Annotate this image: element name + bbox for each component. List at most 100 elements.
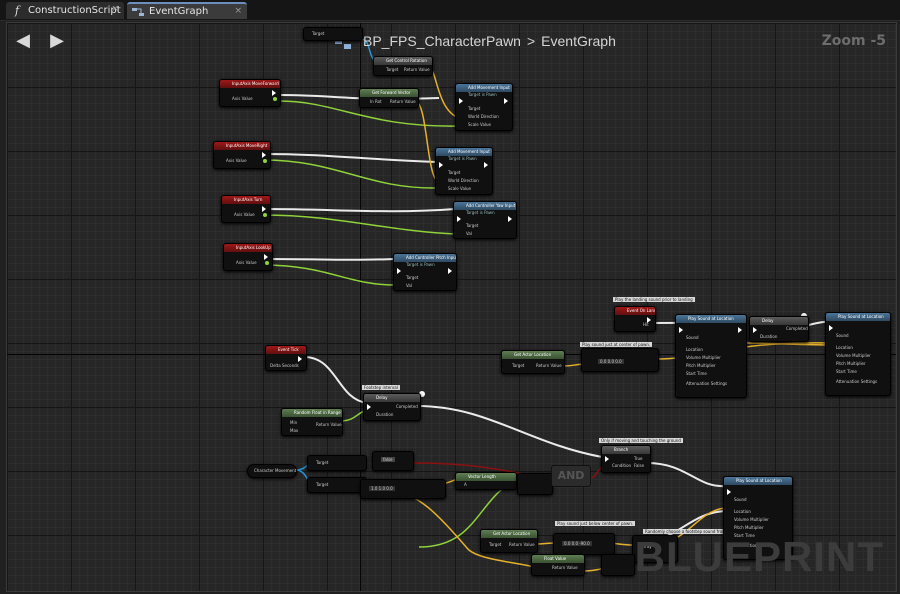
pin-label: Hit <box>643 322 649 327</box>
node-get-forward-vector[interactable]: Get Forward Vector In Rot Return Value <box>359 88 419 108</box>
pin-label: Attenuation Settings <box>686 381 728 386</box>
vector-field[interactable]: 1.0 1.0 0.0 <box>369 486 395 491</box>
exec-in-pin[interactable] <box>829 325 833 331</box>
pin-label: Location <box>734 509 751 514</box>
node-and[interactable]: AND <box>551 465 591 487</box>
exec-in-pin[interactable] <box>397 268 401 274</box>
node-play-sound-at-location-1[interactable]: Play Sound at Location Sound Location Vo… <box>675 314 747 398</box>
exec-out-pin[interactable] <box>264 254 268 260</box>
pin-label: Volume Multiplier <box>686 355 721 360</box>
node-subtitle: Target is Pawn <box>468 92 497 97</box>
comment-bubble: Only if moving and touching the ground <box>599 438 683 443</box>
node-delay-1[interactable]: Delay Completed Duration <box>363 393 421 421</box>
exec-in-pin[interactable] <box>459 98 463 104</box>
node-character-movement[interactable]: Character Movement <box>247 464 297 478</box>
tab-bar: f ConstructionScript × EventGraph × <box>0 0 900 21</box>
graph-canvas[interactable]: ◀ ▶ BP_FPS_CharacterPawn > EventGraph Zoom… <box>6 22 897 592</box>
node-input-turn[interactable]: InputAxis Turn Axis Value <box>221 195 271 223</box>
float-pin[interactable] <box>263 213 267 217</box>
node-vector-multiply[interactable]: 1.0 1.0 0.0 <box>360 479 446 499</box>
exec-out-pin[interactable] <box>484 162 488 168</box>
pin-label: Axis Value <box>236 260 257 265</box>
exec-in-pin[interactable] <box>605 456 609 462</box>
node-is-moving-on-ground[interactable]: Target <box>307 455 367 471</box>
pin-label: Val <box>466 231 472 236</box>
close-icon[interactable]: × <box>111 4 119 14</box>
pin-label: Sound <box>734 497 747 502</box>
node-add-yaw-input[interactable]: Add Controller Yaw Input Target is Pawn … <box>453 201 517 239</box>
exec-out-pin[interactable] <box>508 216 512 222</box>
node-title: Get Control Rotation <box>374 57 432 65</box>
pin-label: Start Time <box>836 369 857 374</box>
node-title: Get Forward Vector <box>360 89 418 97</box>
node-float-value[interactable]: Float Value Return Value <box>531 554 585 576</box>
pin-label: False <box>634 463 645 468</box>
node-input-move-forward[interactable]: InputAxis MoveForward Axis Value <box>219 79 281 107</box>
breadcrumb-separator: > <box>526 33 536 49</box>
exec-in-pin[interactable] <box>753 327 757 333</box>
back-arrow-icon[interactable]: ◀ <box>13 31 33 51</box>
node-self-reference[interactable]: Target <box>303 27 363 41</box>
pin-label: Target <box>406 275 419 280</box>
pin-label: Start Time <box>686 371 707 376</box>
bool-field[interactable]: false <box>381 457 395 462</box>
exec-in-pin[interactable] <box>727 489 731 495</box>
vector-field[interactable]: 0.0 0.0 0.0 <box>598 359 624 364</box>
exec-out-pin[interactable] <box>298 356 302 362</box>
pin-label: Min <box>290 420 298 425</box>
exec-out-pin[interactable] <box>262 206 266 212</box>
exec-wire <box>262 208 456 213</box>
breadcrumb-blueprint[interactable]: BP_FPS_CharacterPawn <box>363 33 521 49</box>
pin-label: Target <box>468 106 481 111</box>
node-get-actor-location-2[interactable]: Get Actor Location Target Return Value <box>480 529 538 553</box>
exec-out-pin[interactable] <box>738 327 742 333</box>
exec-out-pin[interactable] <box>504 98 508 104</box>
node-title: InputAxis Turn <box>222 196 270 204</box>
node-random-float-in-range[interactable]: Random Float in Range Min Max Return Val… <box>281 408 343 436</box>
exec-in-pin[interactable] <box>367 404 371 410</box>
node-length[interactable] <box>601 554 635 576</box>
pin-label: Character Movement <box>254 468 297 473</box>
node-get-actor-location[interactable]: Get Actor Location Target Return Value <box>501 350 565 374</box>
pin-label: Target <box>316 482 329 487</box>
node-event-tick[interactable]: Event Tick Delta Seconds <box>265 345 307 371</box>
breadcrumb-graph[interactable]: EventGraph <box>541 33 616 49</box>
float-pin[interactable] <box>265 261 269 265</box>
node-compare-float[interactable] <box>517 473 553 495</box>
node-add-movement-input-right[interactable]: Add Movement Input Target is Pawn Target… <box>435 147 493 195</box>
node-add-pitch-input[interactable]: Add Controller Pitch Input Target is Paw… <box>393 253 457 291</box>
vector-field[interactable]: 0.0 0.0 -90.0 <box>562 541 592 546</box>
node-vector-add[interactable]: 0.0 0.0 0.0 <box>581 348 659 372</box>
close-icon[interactable]: × <box>234 6 242 16</box>
float-pin[interactable] <box>263 159 267 163</box>
pin-label: Volume Multiplier <box>836 353 871 358</box>
node-vector-length[interactable]: Vector Length A <box>455 472 517 490</box>
exec-in-pin[interactable] <box>457 216 461 222</box>
exec-wire <box>262 258 396 261</box>
node-branch[interactable]: Branch True False Condition <box>601 445 651 473</box>
node-delay-2[interactable]: Delay Completed Duration <box>749 316 809 342</box>
pin-label: Pitch Multiplier <box>734 525 764 530</box>
node-subtitle: Target is Pawn <box>466 210 495 215</box>
node-vector-subtract[interactable]: 0.0 0.0 -90.0 <box>553 533 615 555</box>
node-event-on-landed[interactable]: Event On Landed Hit <box>614 306 656 332</box>
node-bool-getter[interactable]: false <box>372 451 414 471</box>
pin-label: Target <box>312 31 325 36</box>
node-play-sound-at-location-2[interactable]: Play Sound at Location Sound Location Vo… <box>825 312 891 396</box>
exec-out-pin[interactable] <box>262 152 266 158</box>
node-get-velocity[interactable]: Target <box>307 477 367 493</box>
exec-out-pin[interactable] <box>448 268 452 274</box>
float-pin[interactable] <box>273 97 277 101</box>
node-add-movement-input-forward[interactable]: Add Movement Input Target is Pawn Target… <box>455 83 513 131</box>
node-input-lookup[interactable]: InputAxis LookUp Axis Value <box>223 243 273 271</box>
node-get-control-rotation[interactable]: Get Control Rotation Target Return Value <box>373 56 433 76</box>
tab-event-graph[interactable]: EventGraph × <box>127 2 247 19</box>
zoom-level: Zoom -5 <box>821 33 886 49</box>
node-title: Add Controller Pitch Input <box>394 254 456 262</box>
tab-construction-script[interactable]: f ConstructionScript × <box>6 2 124 19</box>
exec-in-pin[interactable] <box>679 327 683 333</box>
exec-in-pin[interactable] <box>439 162 443 168</box>
forward-arrow-icon[interactable]: ▶ <box>47 31 67 51</box>
exec-out-pin[interactable] <box>272 90 276 96</box>
node-input-move-right[interactable]: InputAxis MoveRight Axis Value <box>213 141 271 169</box>
